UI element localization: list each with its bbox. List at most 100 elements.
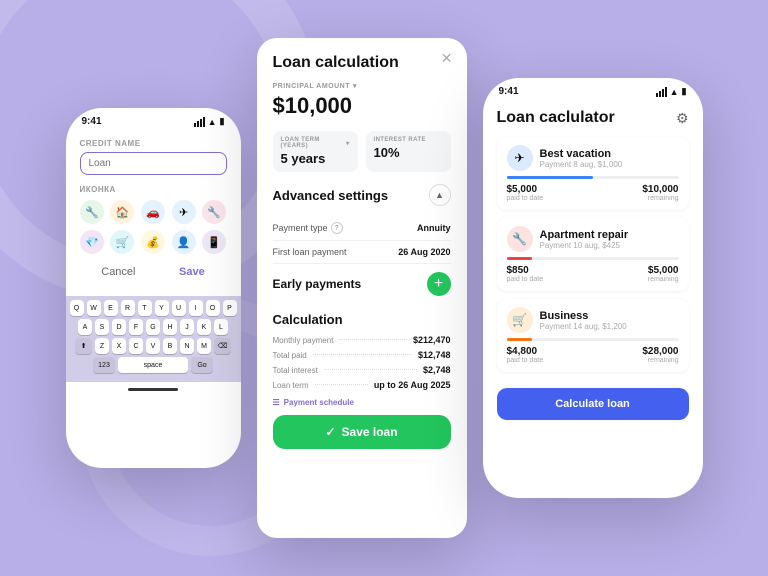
- key-n[interactable]: N: [180, 338, 194, 354]
- key-g[interactable]: G: [146, 319, 160, 335]
- key-delete[interactable]: ⌫: [214, 338, 231, 354]
- interest-rate-label: INTEREST RATE: [374, 137, 443, 143]
- loan-card-business: 🛒 Business Payment 14 aug, $1,200 $4,800…: [497, 299, 689, 372]
- key-k[interactable]: K: [197, 319, 211, 335]
- icon-item[interactable]: 📱: [202, 230, 226, 254]
- key-s[interactable]: S: [95, 319, 109, 335]
- loan-vacation-progress-fill: [507, 176, 593, 179]
- loan-apartment-progress-fill: [507, 257, 533, 260]
- credit-name-label: CREDIT NAME: [80, 139, 227, 148]
- loan-card-vacation: ✈ Best vacation Payment 8 aug, $1,000 $5…: [497, 137, 689, 210]
- loan-apartment-icon: 🔧: [507, 226, 533, 252]
- loan-business-amounts: $4,800 paid to date $28,000 remaining: [507, 346, 679, 364]
- icon-item[interactable]: 🚗: [141, 200, 165, 224]
- calc-monthly-value: $212,470: [413, 335, 451, 345]
- payment-type-value: Annuity: [417, 223, 451, 233]
- key-q[interactable]: Q: [70, 300, 84, 316]
- calc-monthly-label: Monthly payment: [273, 336, 334, 345]
- calculate-loan-button[interactable]: Calculate loan: [497, 388, 689, 420]
- add-early-payment-button[interactable]: +: [427, 272, 451, 296]
- icon-item[interactable]: ✈: [172, 200, 196, 224]
- calc-total-interest-label: Total interest: [273, 366, 318, 375]
- icon-item[interactable]: 🛒: [110, 230, 134, 254]
- principal-value: $10,000: [273, 93, 451, 119]
- wifi-icon-right: ▲: [670, 87, 679, 97]
- key-c[interactable]: C: [129, 338, 143, 354]
- icon-item[interactable]: 💰: [141, 230, 165, 254]
- icon-item[interactable]: 🔧: [202, 200, 226, 224]
- screens-container: 9:41 ▲ ▮ CREDIT NAME ИКОНКА 🔧 🏠 🚗 ✈: [66, 38, 703, 538]
- credit-name-input[interactable]: [80, 152, 227, 175]
- key-space[interactable]: space: [118, 357, 188, 373]
- cancel-button[interactable]: Cancel: [101, 266, 135, 278]
- icon-section-label: ИКОНКА: [80, 185, 227, 194]
- payment-type-hint-icon[interactable]: ?: [331, 222, 343, 234]
- loan-term-field[interactable]: LOAN TERM (YEARS) ▾ 5 years: [273, 131, 358, 172]
- key-e[interactable]: E: [104, 300, 118, 316]
- calc-dots-3: [324, 369, 417, 370]
- key-l[interactable]: L: [214, 319, 228, 335]
- settings-icon[interactable]: ⚙: [676, 110, 689, 127]
- key-o[interactable]: O: [206, 300, 220, 316]
- loan-apartment-progress-bg: [507, 257, 679, 260]
- calculation-title: Calculation: [273, 312, 451, 327]
- key-j[interactable]: J: [180, 319, 194, 335]
- loan-card-apartment-header: 🔧 Apartment repair Payment 10 aug, $425: [507, 226, 679, 252]
- payment-schedule-link[interactable]: ☰ Payment schedule: [273, 398, 451, 407]
- loan-business-progress-fill: [507, 338, 533, 341]
- icon-item[interactable]: 💎: [80, 230, 104, 254]
- key-shift[interactable]: ⬆: [75, 338, 92, 354]
- key-b[interactable]: B: [163, 338, 177, 354]
- icon-item[interactable]: 👤: [172, 230, 196, 254]
- early-payments-row: Early payments +: [273, 264, 451, 304]
- loan-apartment-paid: $850 paid to date: [507, 265, 544, 283]
- loan-card-business-header: 🛒 Business Payment 14 aug, $1,200: [507, 307, 679, 333]
- home-indicator: [66, 382, 241, 396]
- early-payments-label: Early payments: [273, 277, 362, 291]
- key-numbers[interactable]: 123: [93, 357, 115, 373]
- battery-icon-right: ▮: [682, 86, 687, 97]
- icon-item[interactable]: 🏠: [110, 200, 134, 224]
- battery-icon: ▮: [220, 116, 225, 127]
- loan-vacation-amounts: $5,000 paid to date $10,000 remaining: [507, 184, 679, 202]
- keyboard-row-2: A S D F G H J K L: [69, 319, 238, 335]
- interest-rate-field[interactable]: INTEREST RATE 10%: [366, 131, 451, 172]
- modal-close-button[interactable]: ✕: [441, 50, 453, 67]
- key-w[interactable]: W: [87, 300, 101, 316]
- icon-item[interactable]: 🔧: [80, 200, 104, 224]
- calc-row-total-interest: Total interest $2,748: [273, 365, 451, 375]
- calc-total-paid-value: $12,748: [418, 350, 451, 360]
- calc-dots-4: [315, 384, 368, 385]
- save-loan-button[interactable]: ✓ Save loan: [273, 415, 451, 449]
- status-bar-left: 9:41 ▲ ▮: [66, 108, 241, 131]
- key-y[interactable]: Y: [155, 300, 169, 316]
- key-a[interactable]: A: [78, 319, 92, 335]
- form-buttons: Cancel Save: [80, 266, 227, 278]
- calc-total-interest-value: $2,748: [423, 365, 451, 375]
- wifi-icon: ▲: [208, 117, 217, 127]
- key-v[interactable]: V: [146, 338, 160, 354]
- left-phone: 9:41 ▲ ▮ CREDIT NAME ИКОНКА 🔧 🏠 🚗 ✈: [66, 108, 241, 468]
- key-i[interactable]: I: [189, 300, 203, 316]
- key-h[interactable]: H: [163, 319, 177, 335]
- key-d[interactable]: D: [112, 319, 126, 335]
- loan-business-icon: 🛒: [507, 307, 533, 333]
- list-icon: ☰: [273, 398, 280, 407]
- status-icons-right: ▲ ▮: [656, 86, 687, 97]
- save-button[interactable]: Save: [179, 266, 205, 278]
- key-f[interactable]: F: [129, 319, 143, 335]
- key-z[interactable]: Z: [95, 338, 109, 354]
- loan-apartment-info: Apartment repair Payment 10 aug, $425: [540, 229, 629, 250]
- status-bar-right: 9:41 ▲ ▮: [483, 78, 703, 101]
- calc-loan-term-label: Loan term: [273, 381, 309, 390]
- key-r[interactable]: R: [121, 300, 135, 316]
- advanced-settings-toggle[interactable]: ▲: [429, 184, 451, 206]
- loan-term-label: LOAN TERM (YEARS) ▾: [281, 137, 350, 149]
- key-go[interactable]: Go: [191, 357, 213, 373]
- key-p[interactable]: P: [223, 300, 237, 316]
- key-t[interactable]: T: [138, 300, 152, 316]
- key-x[interactable]: X: [112, 338, 126, 354]
- key-u[interactable]: U: [172, 300, 186, 316]
- loan-vacation-icon: ✈: [507, 145, 533, 171]
- key-m[interactable]: M: [197, 338, 211, 354]
